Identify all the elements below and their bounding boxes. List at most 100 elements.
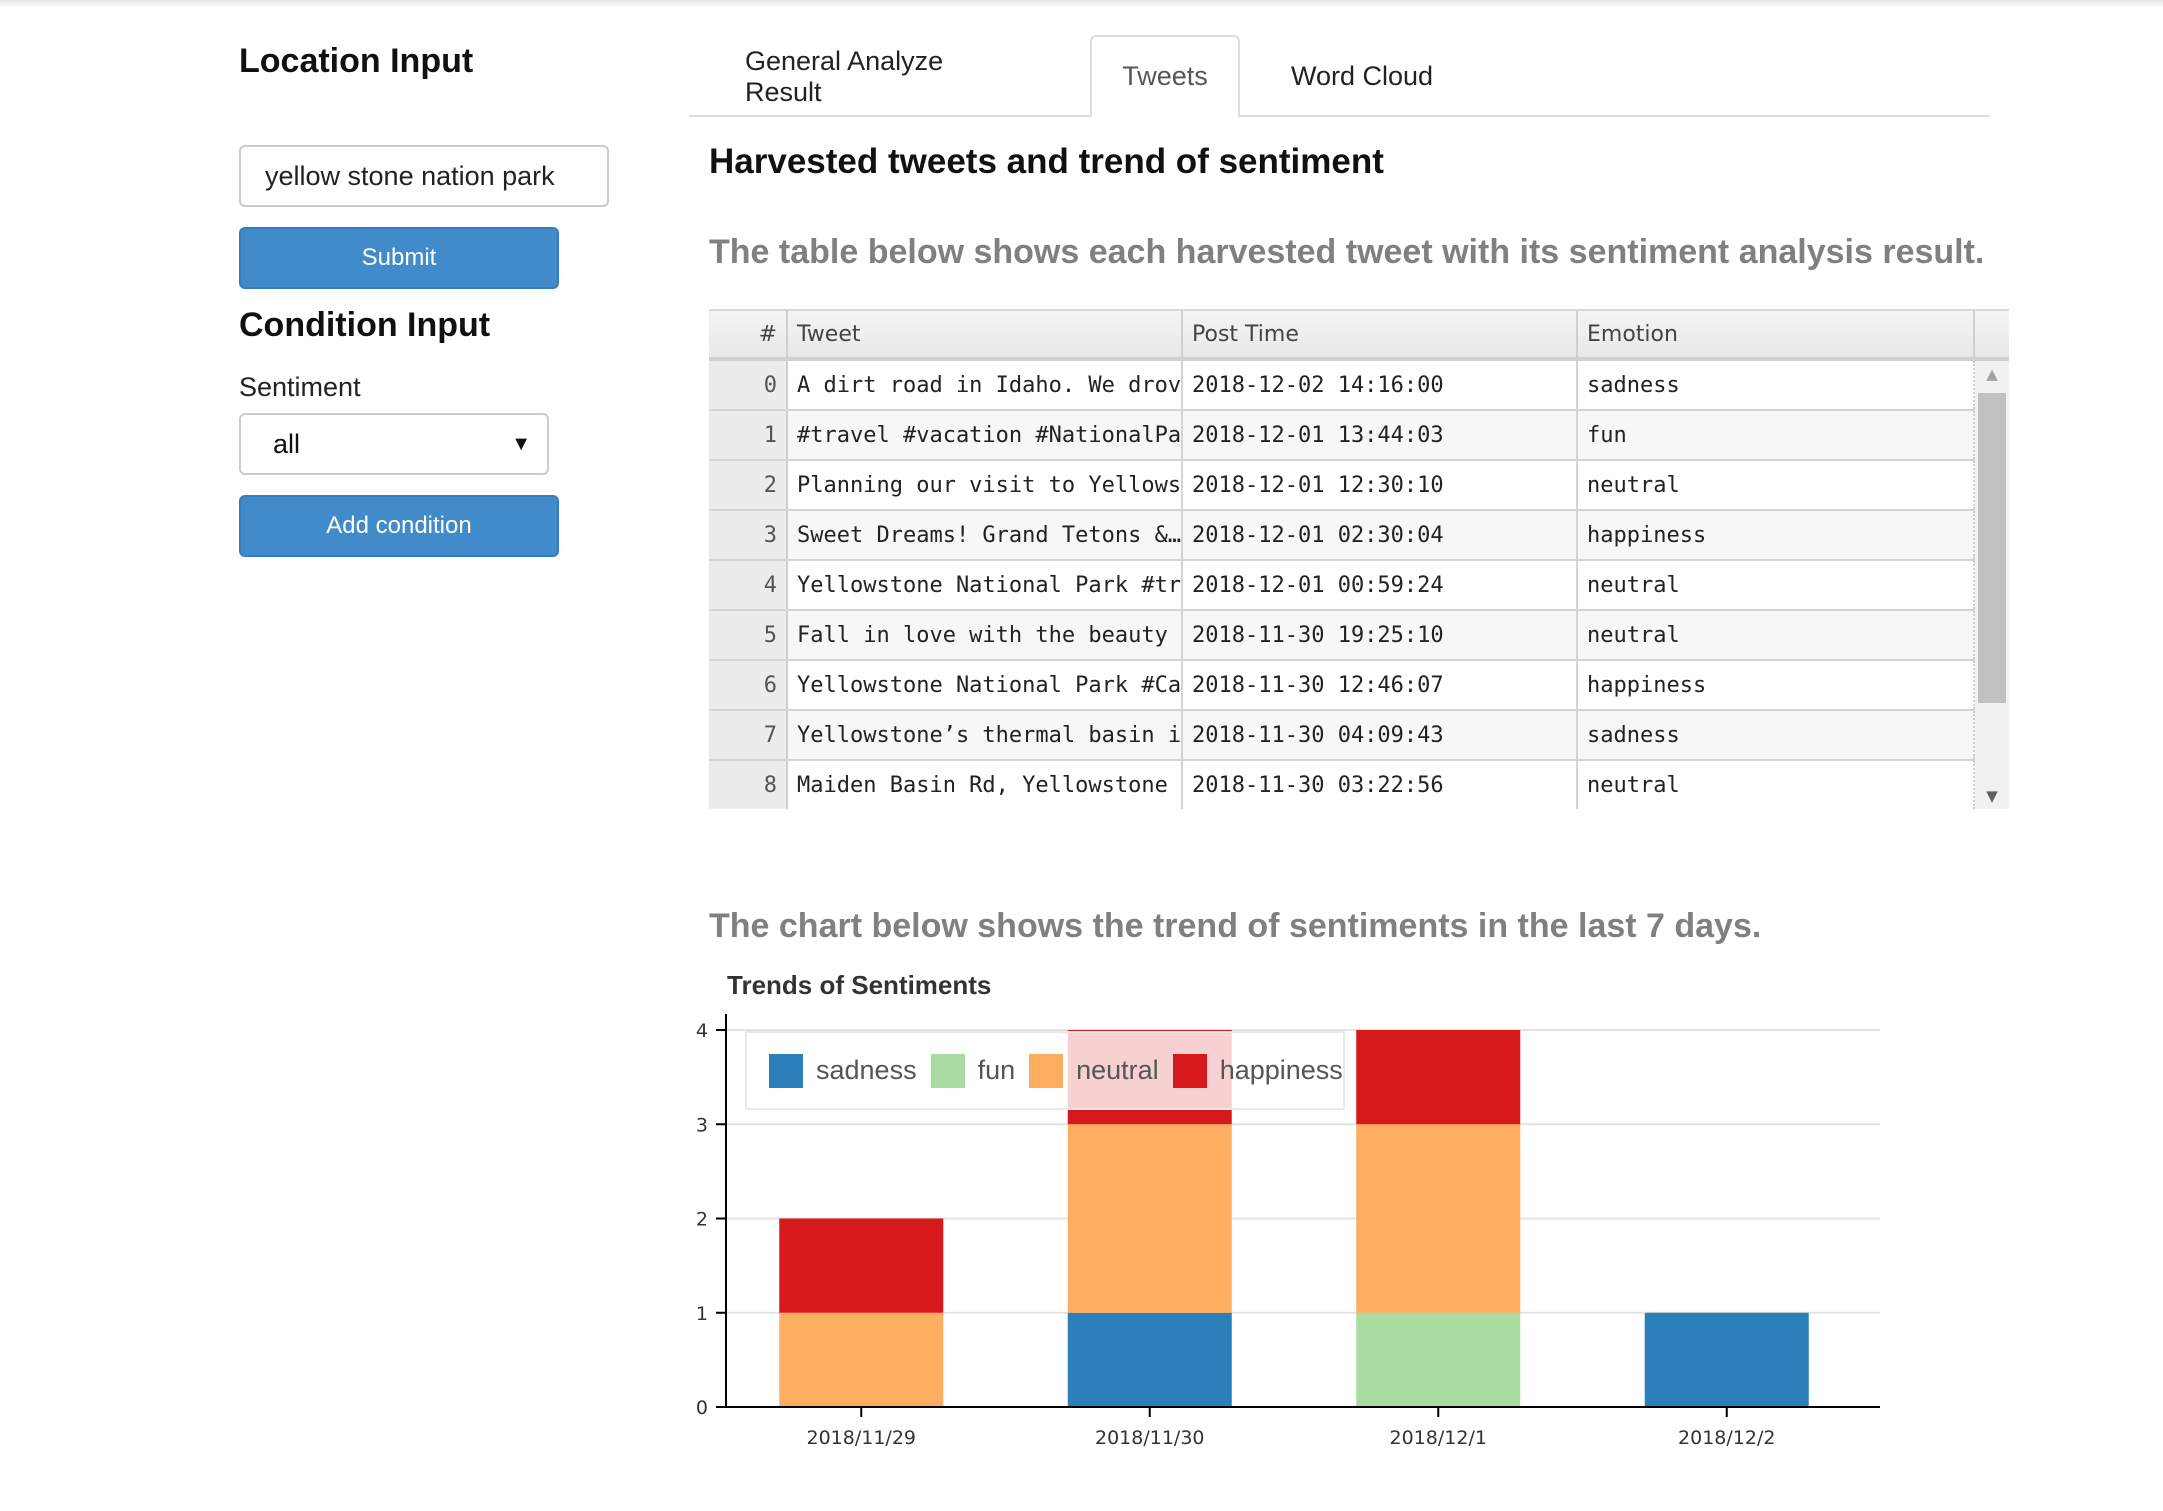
sentiment-label: Sentiment: [239, 372, 361, 402]
legend-swatch: [930, 1053, 965, 1088]
tweet-cell: Fall in love with the beauty of n…: [788, 611, 1183, 659]
emotion-cell: happiness: [1578, 511, 1975, 559]
row-index: 0: [709, 361, 788, 409]
table-row[interactable]: 5Fall in love with the beauty of n…2018-…: [709, 611, 1975, 661]
scrollbar-thumb[interactable]: [1978, 393, 2006, 703]
legend-item-sadness[interactable]: sadness: [769, 1053, 917, 1088]
tweet-cell: Yellowstone’s thermal basin in S…: [788, 711, 1183, 759]
table-row[interactable]: 7Yellowstone’s thermal basin in S…2018-1…: [709, 711, 1975, 761]
scroll-up-arrow-icon[interactable]: ▲: [1975, 361, 2009, 387]
table-scrollbar[interactable]: ▲ ▼: [1975, 361, 2009, 809]
page-title: Harvested tweets and trend of sentiment: [709, 142, 1384, 181]
legend-item-fun[interactable]: fun: [930, 1053, 1016, 1088]
bar-neutral: [1356, 1124, 1521, 1313]
tweet-cell: Sweet Dreams! Grand Tetons &…: [788, 511, 1183, 559]
legend-swatch: [1172, 1053, 1207, 1088]
table-row[interactable]: 1 #travel #vacation #NationalPar… 2018-12-…: [709, 411, 1975, 461]
emotion-cell: happiness: [1578, 661, 1975, 709]
tab-tweets[interactable]: Tweets: [1090, 35, 1240, 118]
table-header: # Tweet Post Time Emotion: [709, 309, 2009, 361]
x-tick-label: 2018/12/2: [1678, 1427, 1775, 1449]
legend-label: fun: [977, 1055, 1016, 1085]
chart-title: Trends of Sentiments: [727, 970, 992, 1000]
x-tick-label: 2018/12/1: [1390, 1427, 1487, 1449]
y-tick-label: 3: [696, 1114, 708, 1136]
y-tick-label: 0: [696, 1397, 708, 1419]
tweet-cell: Yellowstone National Park #Ca…: [788, 661, 1183, 709]
bar-sadness: [1644, 1312, 1809, 1407]
emotion-cell: sadness: [1578, 361, 1975, 409]
emotion-cell: neutral: [1578, 461, 1975, 509]
scroll-down-arrow-icon[interactable]: ▼: [1975, 783, 2009, 809]
column-header-spacer: [1975, 311, 2009, 357]
legend-swatch: [769, 1053, 803, 1088]
table-row[interactable]: 2Planning our visit to Yellowston…2018-1…: [709, 461, 1975, 511]
table-row[interactable]: 0A dirt road in Idaho. We drove t…2018-1…: [709, 361, 1975, 411]
emotion-cell: neutral: [1578, 761, 1975, 809]
chart-legend: sadness fun neutral happiness: [745, 1031, 1345, 1110]
post-time-cell: 2018-12-01 02:30:04: [1183, 511, 1578, 559]
post-time-cell: 2018-11-30 04:09:43: [1183, 711, 1578, 759]
emotion-cell: fun: [1578, 411, 1975, 459]
legend-item-happiness[interactable]: happiness: [1172, 1053, 1343, 1088]
y-tick-label: 4: [696, 1020, 708, 1042]
tab-word-cloud[interactable]: Word Cloud: [1262, 35, 1462, 118]
table-row[interactable]: 3 Sweet Dreams! Grand Tetons &… 2018-12-01…: [709, 511, 1975, 561]
column-header-index[interactable]: #: [709, 311, 788, 357]
emotion-cell: neutral: [1578, 561, 1975, 609]
table-row[interactable]: 4 Yellowstone National Park #trav… 2018-12…: [709, 561, 1975, 611]
column-header-post-time[interactable]: Post Time: [1183, 311, 1578, 357]
location-input[interactable]: [239, 145, 609, 207]
chart-caption: The chart below shows the trend of senti…: [709, 907, 1762, 945]
row-index: 6: [709, 661, 788, 709]
row-index: 2: [709, 461, 788, 509]
x-tick-label: 2018/11/29: [806, 1427, 916, 1449]
bar-fun: [1356, 1312, 1521, 1407]
table-row[interactable]: 8 Maiden Basin Rd, Yellowstone N… 2018-11-…: [709, 761, 1975, 809]
sentiment-select-value: all: [273, 428, 301, 459]
row-index: 8: [709, 761, 788, 809]
emotion-cell: sadness: [1578, 711, 1975, 759]
add-condition-button[interactable]: Add condition: [239, 495, 559, 557]
row-index: 1: [709, 411, 788, 459]
post-time-cell: 2018-11-30 12:46:07: [1183, 661, 1578, 709]
sentiment-select[interactable]: all ▼: [239, 413, 549, 475]
bar-sadness: [1067, 1312, 1232, 1407]
y-tick-label: 1: [696, 1303, 708, 1325]
column-header-tweet[interactable]: Tweet: [788, 311, 1183, 357]
column-header-emotion[interactable]: Emotion: [1578, 311, 1975, 357]
tweet-cell: #travel #vacation #NationalPar…: [788, 411, 1183, 459]
bar-happiness: [779, 1218, 944, 1313]
tweet-cell: Yellowstone National Park #trav…: [788, 561, 1183, 609]
row-index: 5: [709, 611, 788, 659]
chevron-down-icon: ▼: [511, 432, 531, 455]
post-time-cell: 2018-12-02 14:16:00: [1183, 361, 1578, 409]
post-time-cell: 2018-12-01 12:30:10: [1183, 461, 1578, 509]
y-tick-label: 2: [696, 1209, 708, 1231]
tweets-table[interactable]: # Tweet Post Time Emotion 0A dirt road i…: [709, 309, 2009, 809]
legend-item-neutral[interactable]: neutral: [1029, 1053, 1159, 1088]
legend-label: happiness: [1219, 1055, 1343, 1085]
x-tick-label: 2018/11/30: [1095, 1427, 1205, 1449]
emotion-cell: neutral: [1578, 611, 1975, 659]
bar-neutral: [779, 1312, 944, 1407]
legend-swatch: [1029, 1053, 1064, 1088]
legend-label: sadness: [816, 1055, 917, 1085]
post-time-cell: 2018-11-30 03:22:56: [1183, 761, 1578, 809]
tweet-cell: Maiden Basin Rd, Yellowstone N…: [788, 761, 1183, 809]
bar-neutral: [1067, 1124, 1232, 1313]
table-row[interactable]: 6 Yellowstone National Park #Ca… 2018-11-3…: [709, 661, 1975, 711]
post-time-cell: 2018-11-30 19:25:10: [1183, 611, 1578, 659]
location-input-heading: Location Input: [239, 42, 474, 80]
legend-label: neutral: [1076, 1055, 1159, 1085]
condition-input-heading: Condition Input: [239, 306, 491, 344]
bar-happiness: [1356, 1030, 1521, 1125]
row-index: 4: [709, 561, 788, 609]
table-body: 0A dirt road in Idaho. We drove t…2018-1…: [709, 361, 1975, 809]
row-index: 7: [709, 711, 788, 759]
table-caption: The table below shows each harvested twe…: [709, 233, 1985, 271]
tab-general-analyze-result[interactable]: General Analyze Result: [745, 35, 1025, 118]
tab-bar: General Analyze Result Tweets Word Cloud: [689, 0, 1989, 118]
post-time-cell: 2018-12-01 13:44:03: [1183, 411, 1578, 459]
submit-button[interactable]: Submit: [239, 227, 559, 289]
